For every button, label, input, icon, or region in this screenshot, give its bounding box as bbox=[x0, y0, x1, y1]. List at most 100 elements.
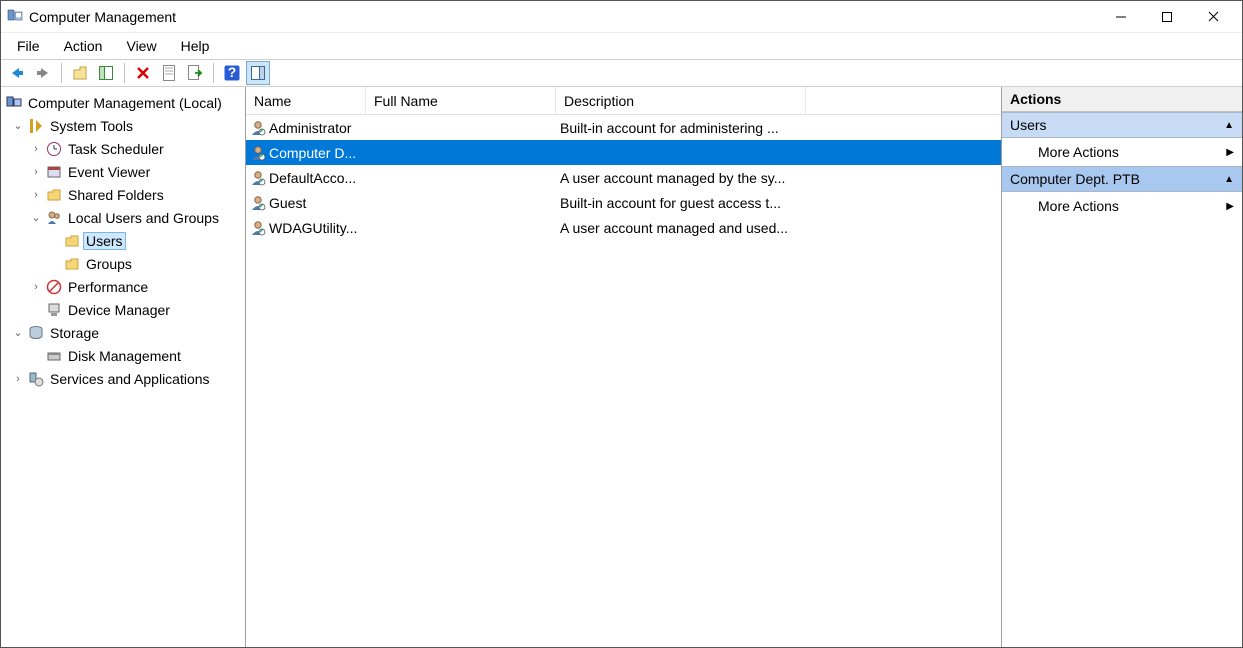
column-description[interactable]: Description bbox=[556, 87, 806, 114]
expand-icon[interactable]: › bbox=[29, 281, 43, 293]
tree-event-viewer[interactable]: › Event Viewer bbox=[1, 160, 245, 183]
back-button[interactable] bbox=[5, 61, 29, 85]
export-button[interactable] bbox=[183, 61, 207, 85]
forward-button[interactable] bbox=[31, 61, 55, 85]
clock-icon bbox=[46, 141, 62, 157]
list-header: Name Full Name Description bbox=[246, 87, 1001, 115]
close-button[interactable] bbox=[1190, 2, 1236, 32]
separator bbox=[124, 63, 125, 83]
device-manager-icon bbox=[46, 302, 62, 318]
tree-label: Local Users and Groups bbox=[65, 210, 222, 226]
folder-icon bbox=[64, 256, 80, 272]
minimize-button[interactable] bbox=[1098, 2, 1144, 32]
cell-description: Built-in account for guest access t... bbox=[556, 195, 806, 211]
tree-root[interactable]: Computer Management (Local) bbox=[1, 91, 245, 114]
list-row[interactable]: WDAGUtility...A user account managed and… bbox=[246, 215, 1001, 240]
list-pane: Name Full Name Description Administrator… bbox=[246, 87, 1002, 647]
shared-folder-icon bbox=[46, 187, 62, 203]
user-icon bbox=[250, 195, 266, 211]
list-row[interactable]: Computer D... bbox=[246, 140, 1001, 165]
svg-text:?: ? bbox=[228, 65, 237, 80]
cell-name: DefaultAcco... bbox=[269, 170, 356, 186]
menu-action[interactable]: Action bbox=[54, 36, 113, 56]
actions-pane: Actions Users ▲ More Actions ▶ Computer … bbox=[1002, 87, 1242, 647]
tree-groups[interactable]: Groups bbox=[1, 252, 245, 275]
list-row[interactable]: Administrator Built-in account for admini… bbox=[246, 115, 1001, 140]
action-label: More Actions bbox=[1038, 144, 1119, 160]
tree-label: Event Viewer bbox=[65, 164, 153, 180]
show-actions-button[interactable] bbox=[246, 61, 270, 85]
up-button[interactable] bbox=[68, 61, 92, 85]
collapse-icon: ▲ bbox=[1224, 174, 1234, 185]
tree-local-users-groups[interactable]: ⌄ Local Users and Groups bbox=[1, 206, 245, 229]
tree-services-apps[interactable]: › Services and Applications bbox=[1, 367, 245, 390]
submenu-icon: ▶ bbox=[1226, 147, 1234, 158]
tree-device-manager[interactable]: Device Manager bbox=[1, 298, 245, 321]
more-actions-1[interactable]: More Actions ▶ bbox=[1002, 138, 1242, 166]
actions-header: Actions bbox=[1002, 87, 1242, 112]
tree-label: Shared Folders bbox=[65, 187, 167, 203]
show-hide-tree-button[interactable] bbox=[94, 61, 118, 85]
more-actions-2[interactable]: More Actions ▶ bbox=[1002, 192, 1242, 220]
menu-file[interactable]: File bbox=[7, 36, 50, 56]
cell-name: Administrator bbox=[269, 120, 351, 136]
tree-label: Device Manager bbox=[65, 302, 173, 318]
help-button[interactable]: ? bbox=[220, 61, 244, 85]
tree-task-scheduler[interactable]: › Task Scheduler bbox=[1, 137, 245, 160]
expand-icon[interactable]: › bbox=[29, 166, 43, 178]
tree-label: Task Scheduler bbox=[65, 141, 167, 157]
tree-pane: Computer Management (Local) ⌄ System Too… bbox=[1, 87, 246, 647]
expand-icon[interactable]: › bbox=[29, 143, 43, 155]
list-body[interactable]: Administrator Built-in account for admini… bbox=[246, 115, 1001, 240]
collapse-icon[interactable]: ⌄ bbox=[11, 326, 25, 339]
cell-description: Built-in account for administering ... bbox=[556, 120, 806, 136]
tree-storage[interactable]: ⌄ Storage bbox=[1, 321, 245, 344]
collapse-icon[interactable]: ⌄ bbox=[29, 211, 43, 224]
tree-disk-management[interactable]: Disk Management bbox=[1, 344, 245, 367]
navigation-tree[interactable]: Computer Management (Local) ⌄ System Too… bbox=[1, 91, 245, 390]
folder-icon bbox=[64, 233, 80, 249]
tree-users[interactable]: Users bbox=[1, 229, 245, 252]
tree-label: Services and Applications bbox=[47, 371, 213, 387]
actions-group-selected[interactable]: Computer Dept. PTB ▲ bbox=[1002, 166, 1242, 192]
tree-label: Groups bbox=[83, 256, 135, 272]
properties-button[interactable] bbox=[157, 61, 181, 85]
actions-group-users[interactable]: Users ▲ bbox=[1002, 112, 1242, 138]
list-row[interactable]: DefaultAcco... A user account managed by … bbox=[246, 165, 1001, 190]
list-row[interactable]: Guest Built-in account for guest access t… bbox=[246, 190, 1001, 215]
tree-performance[interactable]: › Performance bbox=[1, 275, 245, 298]
toolbar: ? bbox=[1, 59, 1242, 87]
event-viewer-icon bbox=[46, 164, 62, 180]
expand-icon[interactable]: › bbox=[11, 373, 25, 385]
delete-button[interactable] bbox=[131, 61, 155, 85]
tree-label: Storage bbox=[47, 325, 102, 341]
tree-label: Performance bbox=[65, 279, 151, 295]
menu-help[interactable]: Help bbox=[171, 36, 220, 56]
titlebar: Computer Management bbox=[1, 1, 1242, 33]
user-icon bbox=[250, 170, 266, 186]
tree-shared-folders[interactable]: › Shared Folders bbox=[1, 183, 245, 206]
system-tools-icon bbox=[28, 118, 44, 134]
tree-label: Disk Management bbox=[65, 348, 184, 364]
tree-label: System Tools bbox=[47, 118, 136, 134]
column-name[interactable]: Name bbox=[246, 87, 366, 114]
cell-name: Guest bbox=[269, 195, 306, 211]
expand-icon[interactable]: › bbox=[29, 189, 43, 201]
menu-view[interactable]: View bbox=[116, 36, 166, 56]
user-icon bbox=[250, 120, 266, 136]
maximize-button[interactable] bbox=[1144, 2, 1190, 32]
column-fullname[interactable]: Full Name bbox=[366, 87, 556, 114]
tree-system-tools[interactable]: ⌄ System Tools bbox=[1, 114, 245, 137]
user-icon bbox=[250, 220, 266, 236]
cell-description: A user account managed by the sy... bbox=[556, 170, 806, 186]
app-icon bbox=[7, 9, 23, 25]
tree-label: Computer Management (Local) bbox=[25, 95, 225, 111]
actions-group-label: Computer Dept. PTB bbox=[1010, 171, 1140, 187]
main-area: Computer Management (Local) ⌄ System Too… bbox=[1, 87, 1242, 647]
collapse-icon[interactable]: ⌄ bbox=[11, 119, 25, 132]
cell-name: Computer D... bbox=[269, 145, 356, 161]
tree-label: Users bbox=[83, 232, 126, 250]
storage-icon bbox=[28, 325, 44, 341]
computer-mgmt-icon bbox=[6, 95, 22, 111]
cell-description: A user account managed and used... bbox=[556, 220, 806, 236]
